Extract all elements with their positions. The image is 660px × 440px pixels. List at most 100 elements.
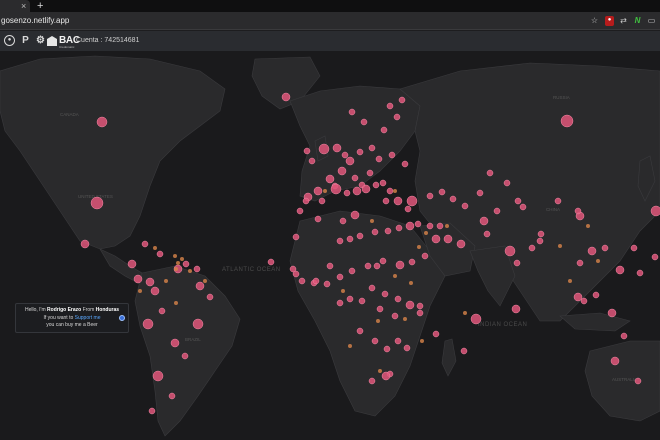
location-dot[interactable]: [378, 369, 382, 373]
location-marker[interactable]: [348, 108, 356, 116]
location-dot[interactable]: [180, 257, 184, 261]
location-dot[interactable]: [463, 311, 467, 315]
location-marker[interactable]: [192, 318, 204, 330]
location-marker[interactable]: [330, 183, 342, 195]
location-marker[interactable]: [318, 143, 330, 155]
selected-location-marker[interactable]: [119, 315, 125, 321]
location-marker[interactable]: [528, 244, 536, 252]
location-marker[interactable]: [158, 307, 166, 315]
location-marker[interactable]: [366, 169, 374, 177]
location-dot[interactable]: [424, 231, 428, 235]
location-marker[interactable]: [368, 284, 376, 292]
location-marker[interactable]: [302, 197, 310, 205]
location-dot[interactable]: [568, 279, 572, 283]
location-marker[interactable]: [403, 344, 411, 352]
location-dot[interactable]: [138, 289, 142, 293]
n-icon[interactable]: N: [633, 16, 642, 25]
location-marker[interactable]: [372, 181, 380, 189]
location-marker[interactable]: [371, 228, 379, 236]
location-dot[interactable]: [174, 267, 178, 271]
location-marker[interactable]: [360, 118, 368, 126]
location-marker[interactable]: [127, 259, 137, 269]
location-marker[interactable]: [96, 116, 108, 128]
location-marker[interactable]: [580, 297, 588, 305]
location-marker[interactable]: [460, 347, 468, 355]
location-marker[interactable]: [476, 189, 484, 197]
location-dot[interactable]: [153, 246, 157, 250]
location-marker[interactable]: [416, 302, 424, 310]
location-marker[interactable]: [318, 197, 326, 205]
location-marker[interactable]: [379, 179, 387, 187]
location-marker[interactable]: [152, 370, 164, 382]
location-marker[interactable]: [281, 92, 291, 102]
location-marker[interactable]: [615, 265, 625, 275]
location-marker[interactable]: [438, 188, 446, 196]
location-marker[interactable]: [336, 273, 344, 281]
url-field[interactable]: gosenzo.netlify.app: [1, 15, 69, 27]
location-marker[interactable]: [393, 113, 401, 121]
location-marker[interactable]: [181, 352, 189, 360]
location-marker[interactable]: [592, 291, 600, 299]
location-marker[interactable]: [348, 267, 356, 275]
location-marker[interactable]: [80, 239, 90, 249]
location-marker[interactable]: [267, 258, 275, 266]
location-dot[interactable]: [393, 274, 397, 278]
location-dot[interactable]: [173, 254, 177, 258]
location-marker[interactable]: [170, 338, 180, 348]
location-marker[interactable]: [90, 196, 104, 210]
location-marker[interactable]: [381, 371, 391, 381]
location-marker[interactable]: [341, 151, 349, 159]
location-marker[interactable]: [358, 297, 366, 305]
location-marker[interactable]: [395, 224, 403, 232]
location-dot[interactable]: [445, 224, 449, 228]
location-dot[interactable]: [586, 224, 590, 228]
location-marker[interactable]: [356, 327, 364, 335]
location-marker[interactable]: [386, 102, 394, 110]
location-dot[interactable]: [596, 259, 600, 263]
location-marker[interactable]: [313, 186, 323, 196]
paypal-icon[interactable]: P: [20, 35, 31, 46]
location-dot[interactable]: [409, 281, 413, 285]
location-marker[interactable]: [141, 240, 149, 248]
location-marker[interactable]: [513, 259, 521, 267]
location-marker[interactable]: [292, 270, 300, 278]
location-marker[interactable]: [193, 265, 201, 273]
location-marker[interactable]: [493, 207, 501, 215]
box-icon[interactable]: ▭: [647, 16, 656, 25]
location-marker[interactable]: [373, 262, 381, 270]
location-marker[interactable]: [336, 237, 344, 245]
location-marker[interactable]: [150, 286, 160, 296]
location-marker[interactable]: [383, 345, 391, 353]
location-dot[interactable]: [341, 289, 345, 293]
location-marker[interactable]: [537, 230, 545, 238]
location-marker[interactable]: [514, 197, 522, 205]
location-marker[interactable]: [470, 313, 482, 325]
location-marker[interactable]: [461, 202, 469, 210]
location-marker[interactable]: [332, 143, 342, 153]
settings-icon[interactable]: ⚙: [35, 35, 46, 46]
location-marker[interactable]: [651, 253, 659, 261]
location-marker[interactable]: [391, 312, 399, 320]
location-marker[interactable]: [346, 235, 354, 243]
location-marker[interactable]: [443, 234, 453, 244]
location-marker[interactable]: [350, 210, 360, 220]
location-marker[interactable]: [346, 295, 354, 303]
location-marker[interactable]: [519, 203, 527, 211]
location-marker[interactable]: [479, 216, 489, 226]
location-marker[interactable]: [406, 195, 418, 207]
location-marker[interactable]: [408, 258, 416, 266]
location-marker[interactable]: [601, 244, 609, 252]
location-marker[interactable]: [314, 215, 322, 223]
location-dot[interactable]: [417, 245, 421, 249]
location-marker[interactable]: [308, 157, 316, 165]
tab-close-icon[interactable]: ×: [21, 0, 26, 12]
location-marker[interactable]: [607, 308, 617, 318]
location-marker[interactable]: [483, 230, 491, 238]
location-marker[interactable]: [298, 277, 306, 285]
location-dot[interactable]: [393, 189, 397, 193]
location-marker[interactable]: [351, 174, 359, 182]
new-tab-button[interactable]: +: [37, 0, 43, 12]
location-marker[interactable]: [343, 189, 351, 197]
location-marker[interactable]: [404, 205, 412, 213]
location-marker[interactable]: [536, 237, 544, 245]
